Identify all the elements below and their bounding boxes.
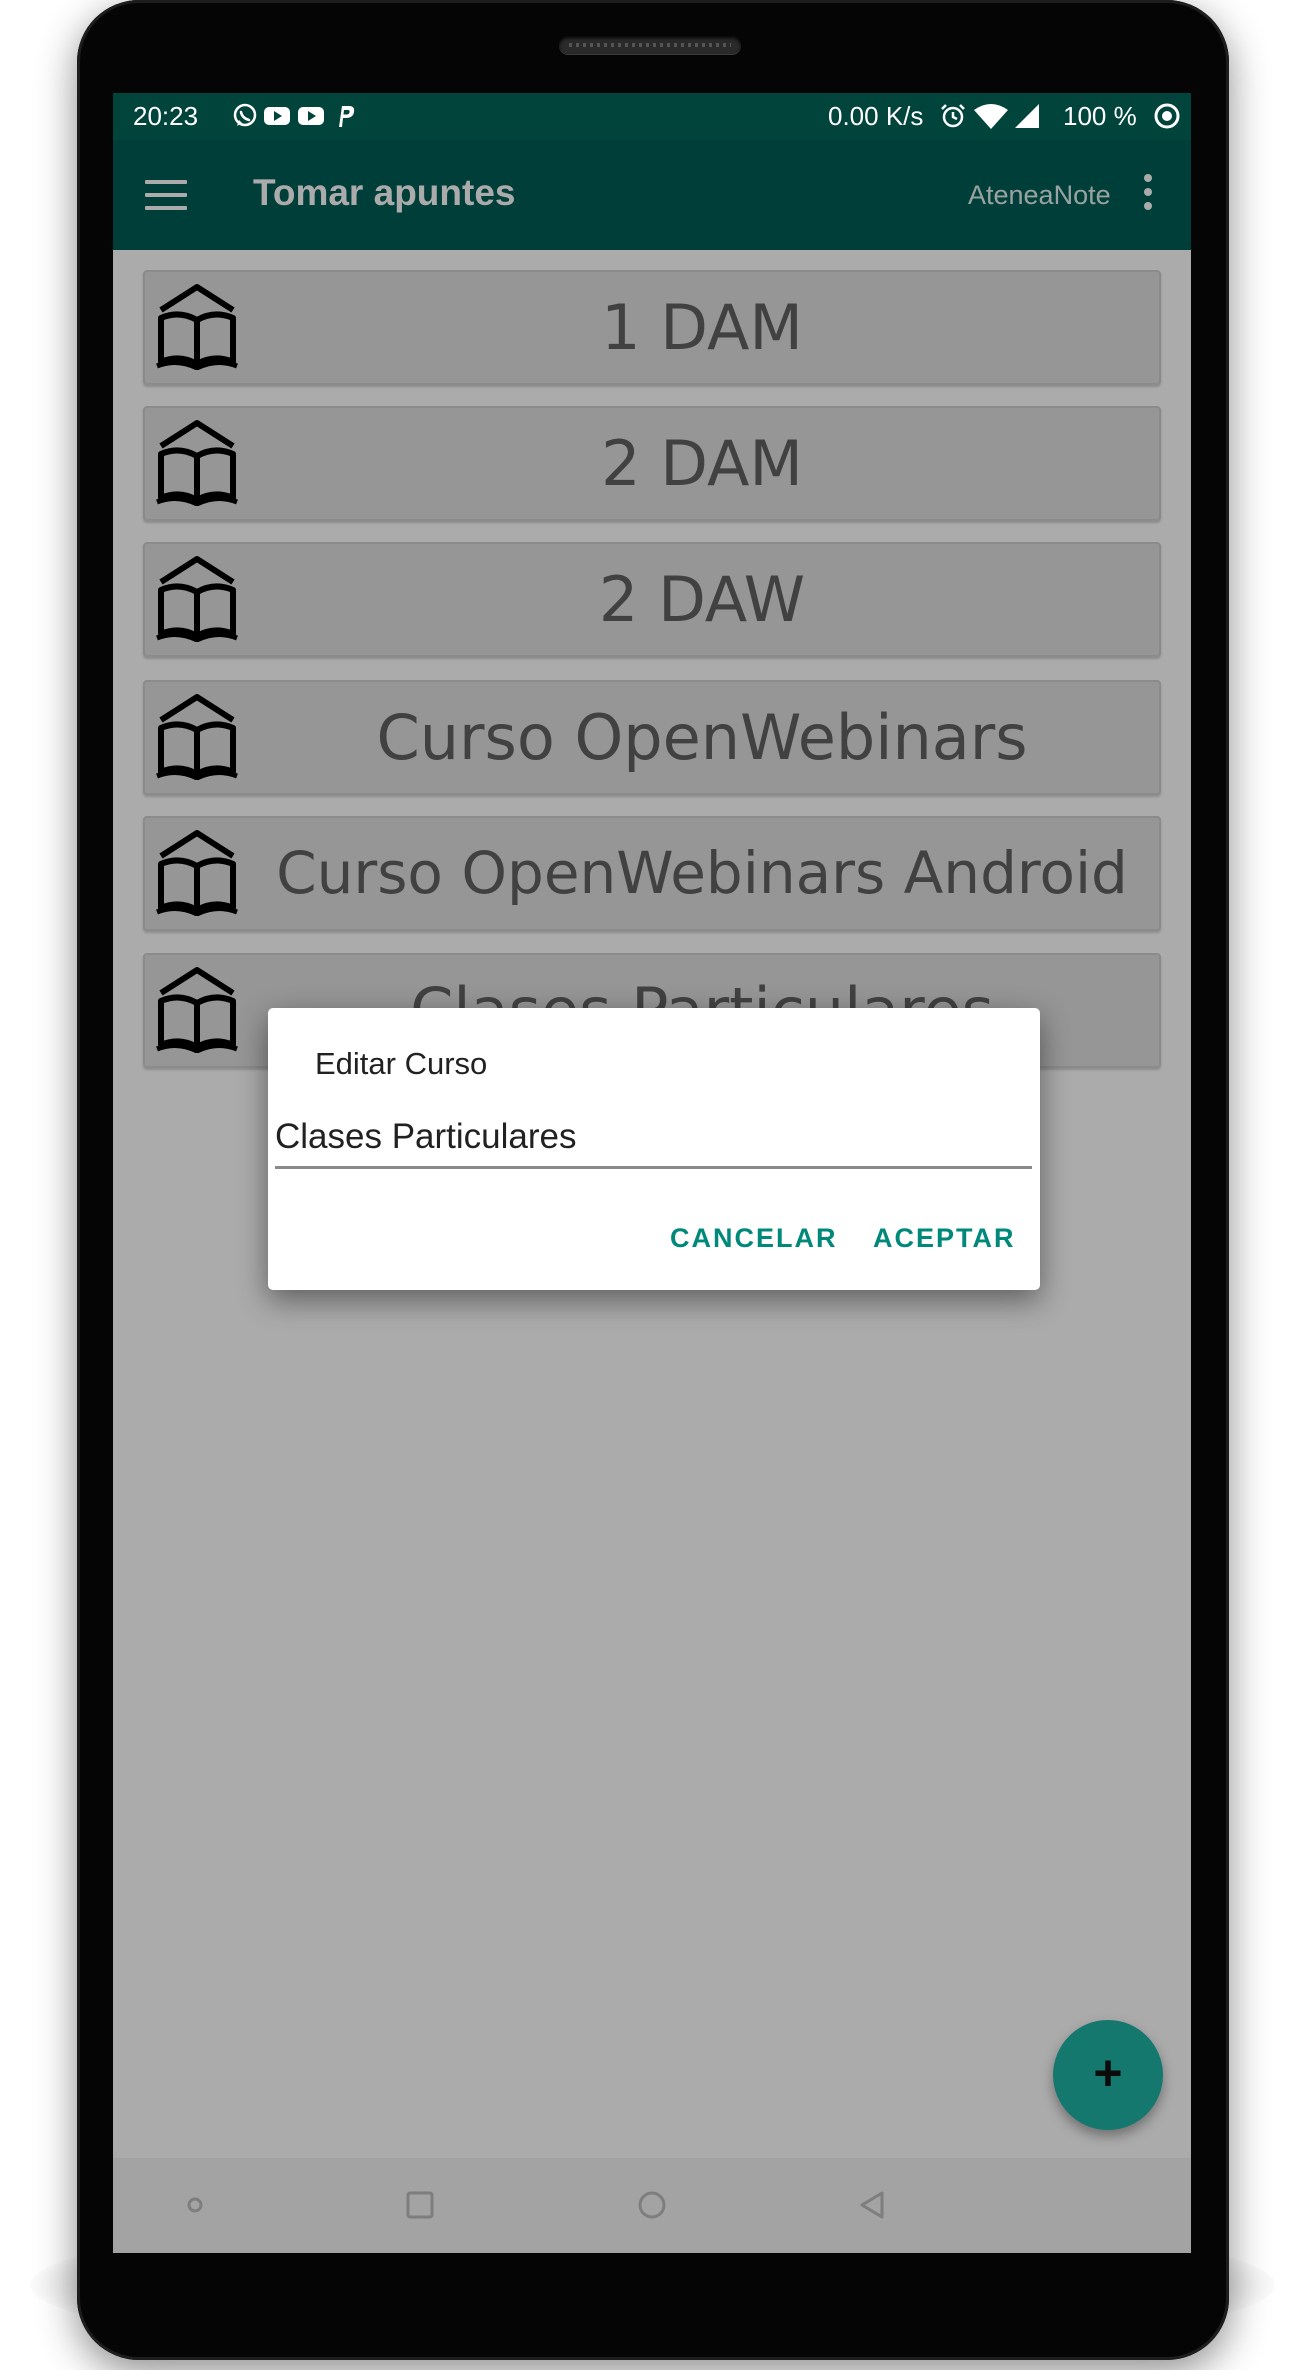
battery-percent: 100 % bbox=[1063, 101, 1137, 131]
paypal-icon bbox=[339, 106, 355, 127]
status-bar: 20:23 0.00 K/s 100 % bbox=[113, 93, 1191, 140]
sync-circle-icon bbox=[1154, 103, 1180, 129]
youtube-icon bbox=[264, 107, 290, 125]
phone-screen: 20:23 0.00 K/s 100 % Tomar apuntes Atene… bbox=[113, 93, 1191, 2253]
network-speed: 0.00 K/s bbox=[828, 101, 924, 131]
youtube-icon bbox=[298, 107, 324, 125]
signal-icon bbox=[1015, 104, 1039, 128]
speaker-grille bbox=[559, 36, 741, 54]
course-name-input[interactable] bbox=[275, 1108, 1032, 1169]
alarm-icon bbox=[941, 104, 965, 128]
whatsapp-icon bbox=[233, 103, 257, 127]
wifi-icon bbox=[974, 104, 1008, 129]
cancel-button[interactable]: CANCELAR bbox=[670, 1223, 838, 1254]
edit-course-dialog: Editar Curso CANCELAR ACEPTAR bbox=[268, 1008, 1040, 1290]
accept-button[interactable]: ACEPTAR bbox=[873, 1223, 1016, 1254]
dialog-title: Editar Curso bbox=[315, 1046, 488, 1081]
status-time: 20:23 bbox=[133, 101, 199, 131]
